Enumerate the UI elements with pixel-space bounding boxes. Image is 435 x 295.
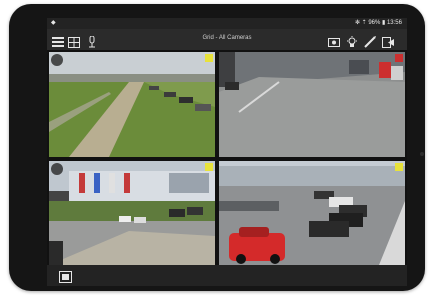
- status-indicators: ✻ ⇡ 96% ▮ 13:56: [354, 20, 402, 26]
- status-bar: ◆ ✻ ⇡ 96% ▮ 13:56: [47, 18, 407, 28]
- camera-1-view[interactable]: [49, 52, 215, 157]
- camera-status-icon: [205, 163, 213, 171]
- ptz-control-icon[interactable]: [51, 163, 63, 175]
- draw-icon[interactable]: [361, 33, 379, 51]
- ptz-control-icon[interactable]: [51, 54, 63, 66]
- snapshot-icon[interactable]: [325, 33, 343, 51]
- light-icon[interactable]: [343, 33, 361, 51]
- camera-3-view[interactable]: [49, 161, 215, 265]
- grid-title: Grid - All Cameras: [202, 35, 252, 41]
- camera-picker-icon[interactable]: [59, 270, 72, 283]
- front-camera-dot: [419, 144, 425, 156]
- notification-icon: ◆: [51, 20, 56, 26]
- app-screen: ◆ ✻ ⇡ 96% ▮ 13:56 Grid - All Cameras: [47, 18, 407, 286]
- camera-status-icon: [395, 54, 403, 62]
- camera-grid: [47, 50, 407, 265]
- bottom-bar: [47, 267, 407, 286]
- camera-status-icon: [205, 54, 213, 62]
- layout-icon[interactable]: [65, 33, 83, 51]
- exit-icon[interactable]: [379, 33, 397, 51]
- microphone-icon[interactable]: [83, 33, 101, 51]
- camera-4-view[interactable]: [219, 161, 405, 265]
- camera-status-icon: [395, 163, 403, 171]
- camera-2-view[interactable]: [219, 52, 405, 157]
